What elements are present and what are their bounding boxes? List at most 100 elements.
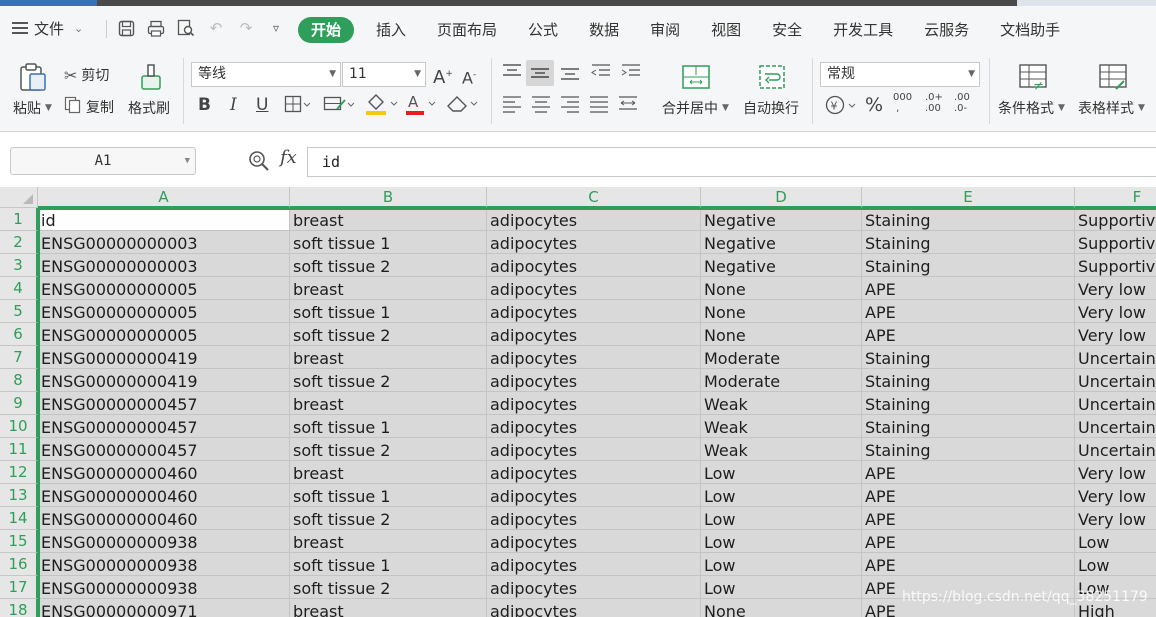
table-cell[interactable]: ENSG00000000457 — [38, 438, 290, 461]
table-cell[interactable]: Staining — [862, 415, 1075, 438]
row-header[interactable]: 12 — [0, 461, 38, 484]
table-cell[interactable]: breast — [290, 461, 487, 484]
row-header[interactable]: 16 — [0, 553, 38, 576]
table-cell[interactable]: soft tissue 2 — [290, 438, 487, 461]
table-cell[interactable]: APE — [862, 300, 1075, 323]
table-cell[interactable]: breast — [290, 346, 487, 369]
table-style-button[interactable]: 表格样式 ▼ — [1078, 98, 1145, 118]
table-cell[interactable]: Weak — [701, 438, 862, 461]
increase-decimal-icon[interactable]: .0+ .00 — [925, 92, 943, 114]
table-cell[interactable]: None — [701, 300, 862, 323]
table-cell[interactable]: Negative — [701, 208, 862, 231]
file-menu[interactable]: 文件 ⌄ — [12, 16, 83, 40]
table-cell[interactable]: soft tissue 1 — [290, 300, 487, 323]
table-cell[interactable]: adipocytes — [487, 576, 701, 599]
table-cell[interactable]: Uncertain — [1075, 438, 1156, 461]
table-cell[interactable]: Weak — [701, 415, 862, 438]
table-cell[interactable]: ENSG00000000460 — [38, 507, 290, 530]
format-painter-button[interactable]: 格式刷 — [128, 98, 170, 118]
currency-icon[interactable]: ¥ — [825, 94, 859, 116]
table-cell[interactable]: ENSG00000000003 — [38, 254, 290, 277]
tab-page-layout[interactable]: 页面布局 — [437, 17, 497, 43]
table-cell[interactable]: Low — [701, 530, 862, 553]
table-cell[interactable]: adipocytes — [487, 369, 701, 392]
clear-format-icon[interactable] — [445, 92, 479, 114]
table-cell[interactable]: ENSG00000000938 — [38, 530, 290, 553]
table-style-icon[interactable] — [1098, 62, 1128, 92]
align-top-icon[interactable] — [501, 62, 523, 84]
table-cell[interactable]: adipocytes — [487, 553, 701, 576]
table-cell[interactable]: ENSG00000000460 — [38, 484, 290, 507]
copy-button[interactable]: 复制 — [64, 96, 114, 118]
table-cell[interactable]: Supportive — [1075, 208, 1156, 231]
table-cell[interactable]: breast — [290, 530, 487, 553]
tab-home[interactable]: 开始 — [298, 17, 355, 43]
table-cell[interactable]: adipocytes — [487, 277, 701, 300]
table-cell[interactable]: Uncertain — [1075, 415, 1156, 438]
column-header-f[interactable]: F — [1075, 187, 1156, 208]
justify-icon[interactable] — [588, 94, 610, 116]
distributed-align-icon[interactable] — [617, 94, 639, 116]
table-cell[interactable]: adipocytes — [487, 300, 701, 323]
table-cell[interactable]: Moderate — [701, 369, 862, 392]
table-cell[interactable]: None — [701, 599, 862, 617]
name-box[interactable]: A1 ▼ — [10, 147, 196, 175]
customize-toolbar-icon[interactable]: ▿ — [266, 18, 286, 38]
table-cell[interactable]: APE — [862, 530, 1075, 553]
bold-button[interactable]: B — [198, 94, 211, 116]
table-cell[interactable]: ENSG00000000938 — [38, 576, 290, 599]
print-preview-icon[interactable] — [176, 18, 196, 38]
conditional-format-icon[interactable]: ≠ — [1018, 62, 1048, 94]
row-header[interactable]: 6 — [0, 323, 38, 346]
row-header[interactable]: 1 — [0, 208, 38, 231]
column-header-d[interactable]: D — [701, 187, 862, 208]
table-cell[interactable]: APE — [862, 461, 1075, 484]
row-header[interactable]: 14 — [0, 507, 38, 530]
table-cell[interactable]: Staining — [862, 346, 1075, 369]
merge-center-button[interactable]: 合并居中 ▼ — [662, 98, 729, 118]
table-cell[interactable]: ENSG00000000938 — [38, 553, 290, 576]
row-header[interactable]: 5 — [0, 300, 38, 323]
select-all-corner[interactable] — [0, 187, 38, 208]
italic-button[interactable]: I — [230, 94, 237, 116]
table-cell[interactable]: Low — [701, 461, 862, 484]
table-cell[interactable]: adipocytes — [487, 323, 701, 346]
row-header[interactable]: 10 — [0, 415, 38, 438]
column-header-c[interactable]: C — [487, 187, 701, 208]
fill-color-icon[interactable] — [365, 92, 399, 115]
underline-button[interactable]: U — [256, 94, 268, 116]
row-header[interactable]: 13 — [0, 484, 38, 507]
table-cell[interactable]: Staining — [862, 369, 1075, 392]
table-cell[interactable]: Very low — [1075, 461, 1156, 484]
align-bottom-icon[interactable] — [559, 62, 581, 84]
table-cell[interactable]: ENSG00000000003 — [38, 231, 290, 254]
zoom-function-icon[interactable] — [248, 150, 270, 172]
table-cell[interactable]: ENSG00000000971 — [38, 599, 290, 617]
table-cell[interactable]: soft tissue 2 — [290, 507, 487, 530]
tab-data[interactable]: 数据 — [589, 17, 619, 43]
align-left-icon[interactable] — [501, 94, 523, 116]
row-header[interactable]: 17 — [0, 576, 38, 599]
align-middle-icon[interactable] — [526, 60, 554, 86]
column-header-a[interactable]: A — [38, 187, 290, 208]
table-cell[interactable]: APE — [862, 553, 1075, 576]
row-header[interactable]: 9 — [0, 392, 38, 415]
save-icon[interactable] — [116, 18, 136, 38]
align-right-icon[interactable] — [559, 94, 581, 116]
table-cell[interactable]: ENSG00000000419 — [38, 346, 290, 369]
table-cell[interactable]: APE — [862, 323, 1075, 346]
table-cell[interactable]: APE — [862, 277, 1075, 300]
table-cell[interactable]: Staining — [862, 231, 1075, 254]
paste-icon[interactable] — [18, 62, 48, 92]
table-cell[interactable]: Staining — [862, 254, 1075, 277]
table-cell[interactable]: soft tissue 2 — [290, 576, 487, 599]
table-cell[interactable]: adipocytes — [487, 507, 701, 530]
formula-input[interactable]: id — [307, 147, 1156, 177]
table-cell[interactable]: adipocytes — [487, 484, 701, 507]
row-header[interactable]: 2 — [0, 231, 38, 254]
table-cell[interactable]: ENSG00000000005 — [38, 277, 290, 300]
table-cell[interactable]: adipocytes — [487, 346, 701, 369]
table-cell[interactable]: APE — [862, 507, 1075, 530]
fill-pattern-icon[interactable] — [323, 94, 355, 116]
row-header[interactable]: 4 — [0, 277, 38, 300]
